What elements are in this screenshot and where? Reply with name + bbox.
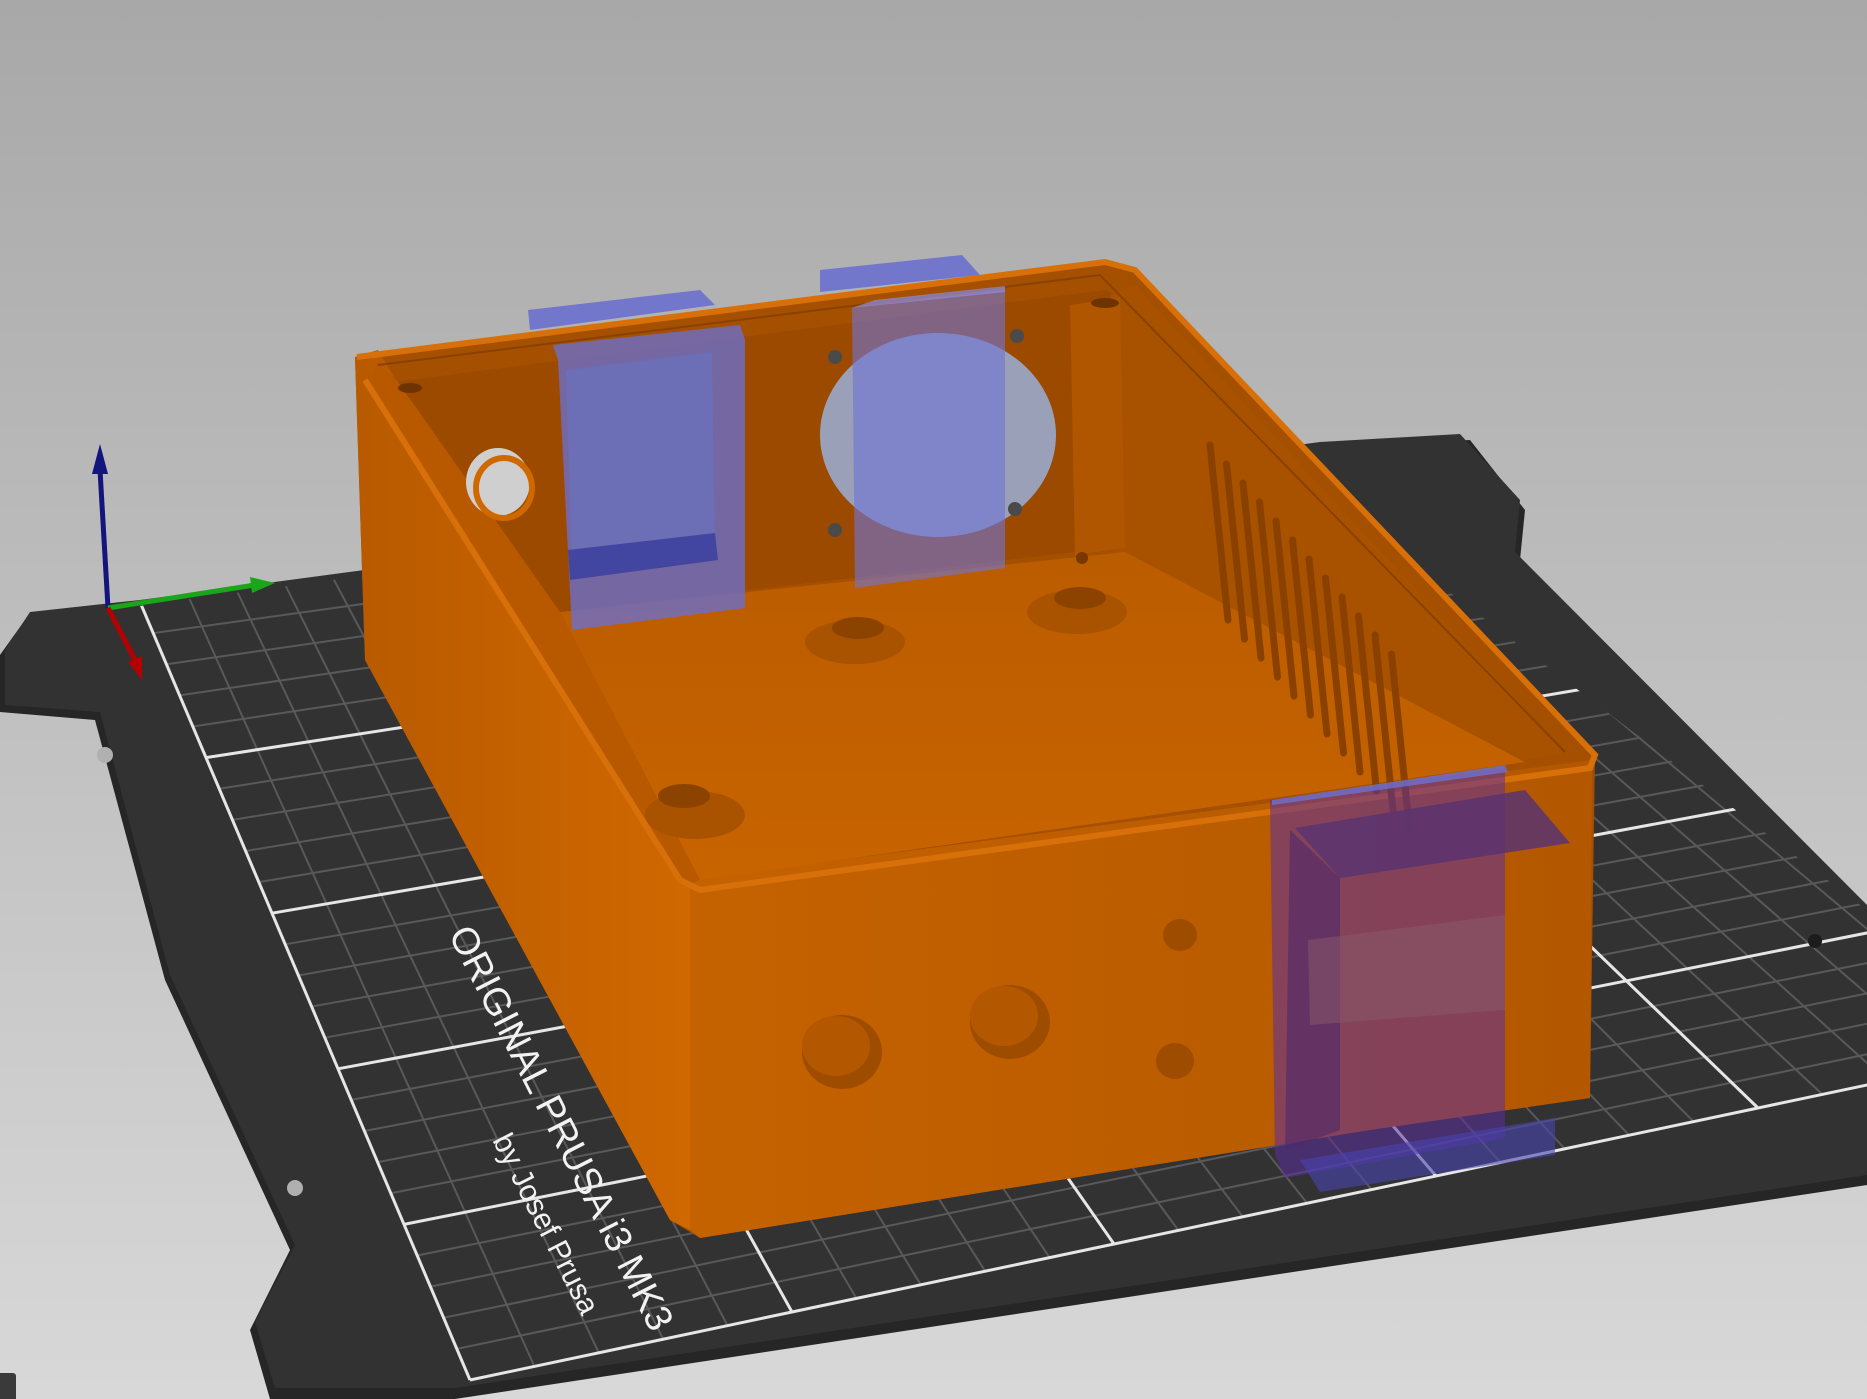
front-wall-hole bbox=[970, 985, 1050, 1059]
fan-screw-hole bbox=[828, 523, 842, 537]
modifier-display-window[interactable] bbox=[553, 325, 745, 630]
bed-screw-hole bbox=[97, 747, 113, 763]
pillar-hole bbox=[398, 383, 422, 393]
fan-screw-hole bbox=[1010, 329, 1024, 343]
bed-screw-hole bbox=[287, 1180, 303, 1196]
fan-screw-hole bbox=[828, 350, 842, 364]
fan-screw-hole bbox=[1008, 502, 1022, 516]
bed-screw-hole bbox=[1808, 934, 1822, 948]
collapse-sidebar-icon[interactable] bbox=[0, 1373, 16, 1399]
floor-small-hole bbox=[1076, 552, 1088, 564]
pillar-hole bbox=[1091, 298, 1119, 308]
front-wall-hole bbox=[802, 1015, 882, 1089]
3d-scene[interactable]: ORIGINAL PRUSA i3 MK3 by Josef Prusa bbox=[0, 0, 1867, 1399]
front-wall-small-hole bbox=[1163, 919, 1197, 951]
corner-pillar bbox=[1070, 298, 1125, 555]
modifier-fan-mount[interactable] bbox=[852, 286, 1005, 588]
3d-viewport[interactable]: ORIGINAL PRUSA i3 MK3 by Josef Prusa bbox=[0, 0, 1867, 1399]
front-wall-small-hole bbox=[1156, 1043, 1194, 1079]
